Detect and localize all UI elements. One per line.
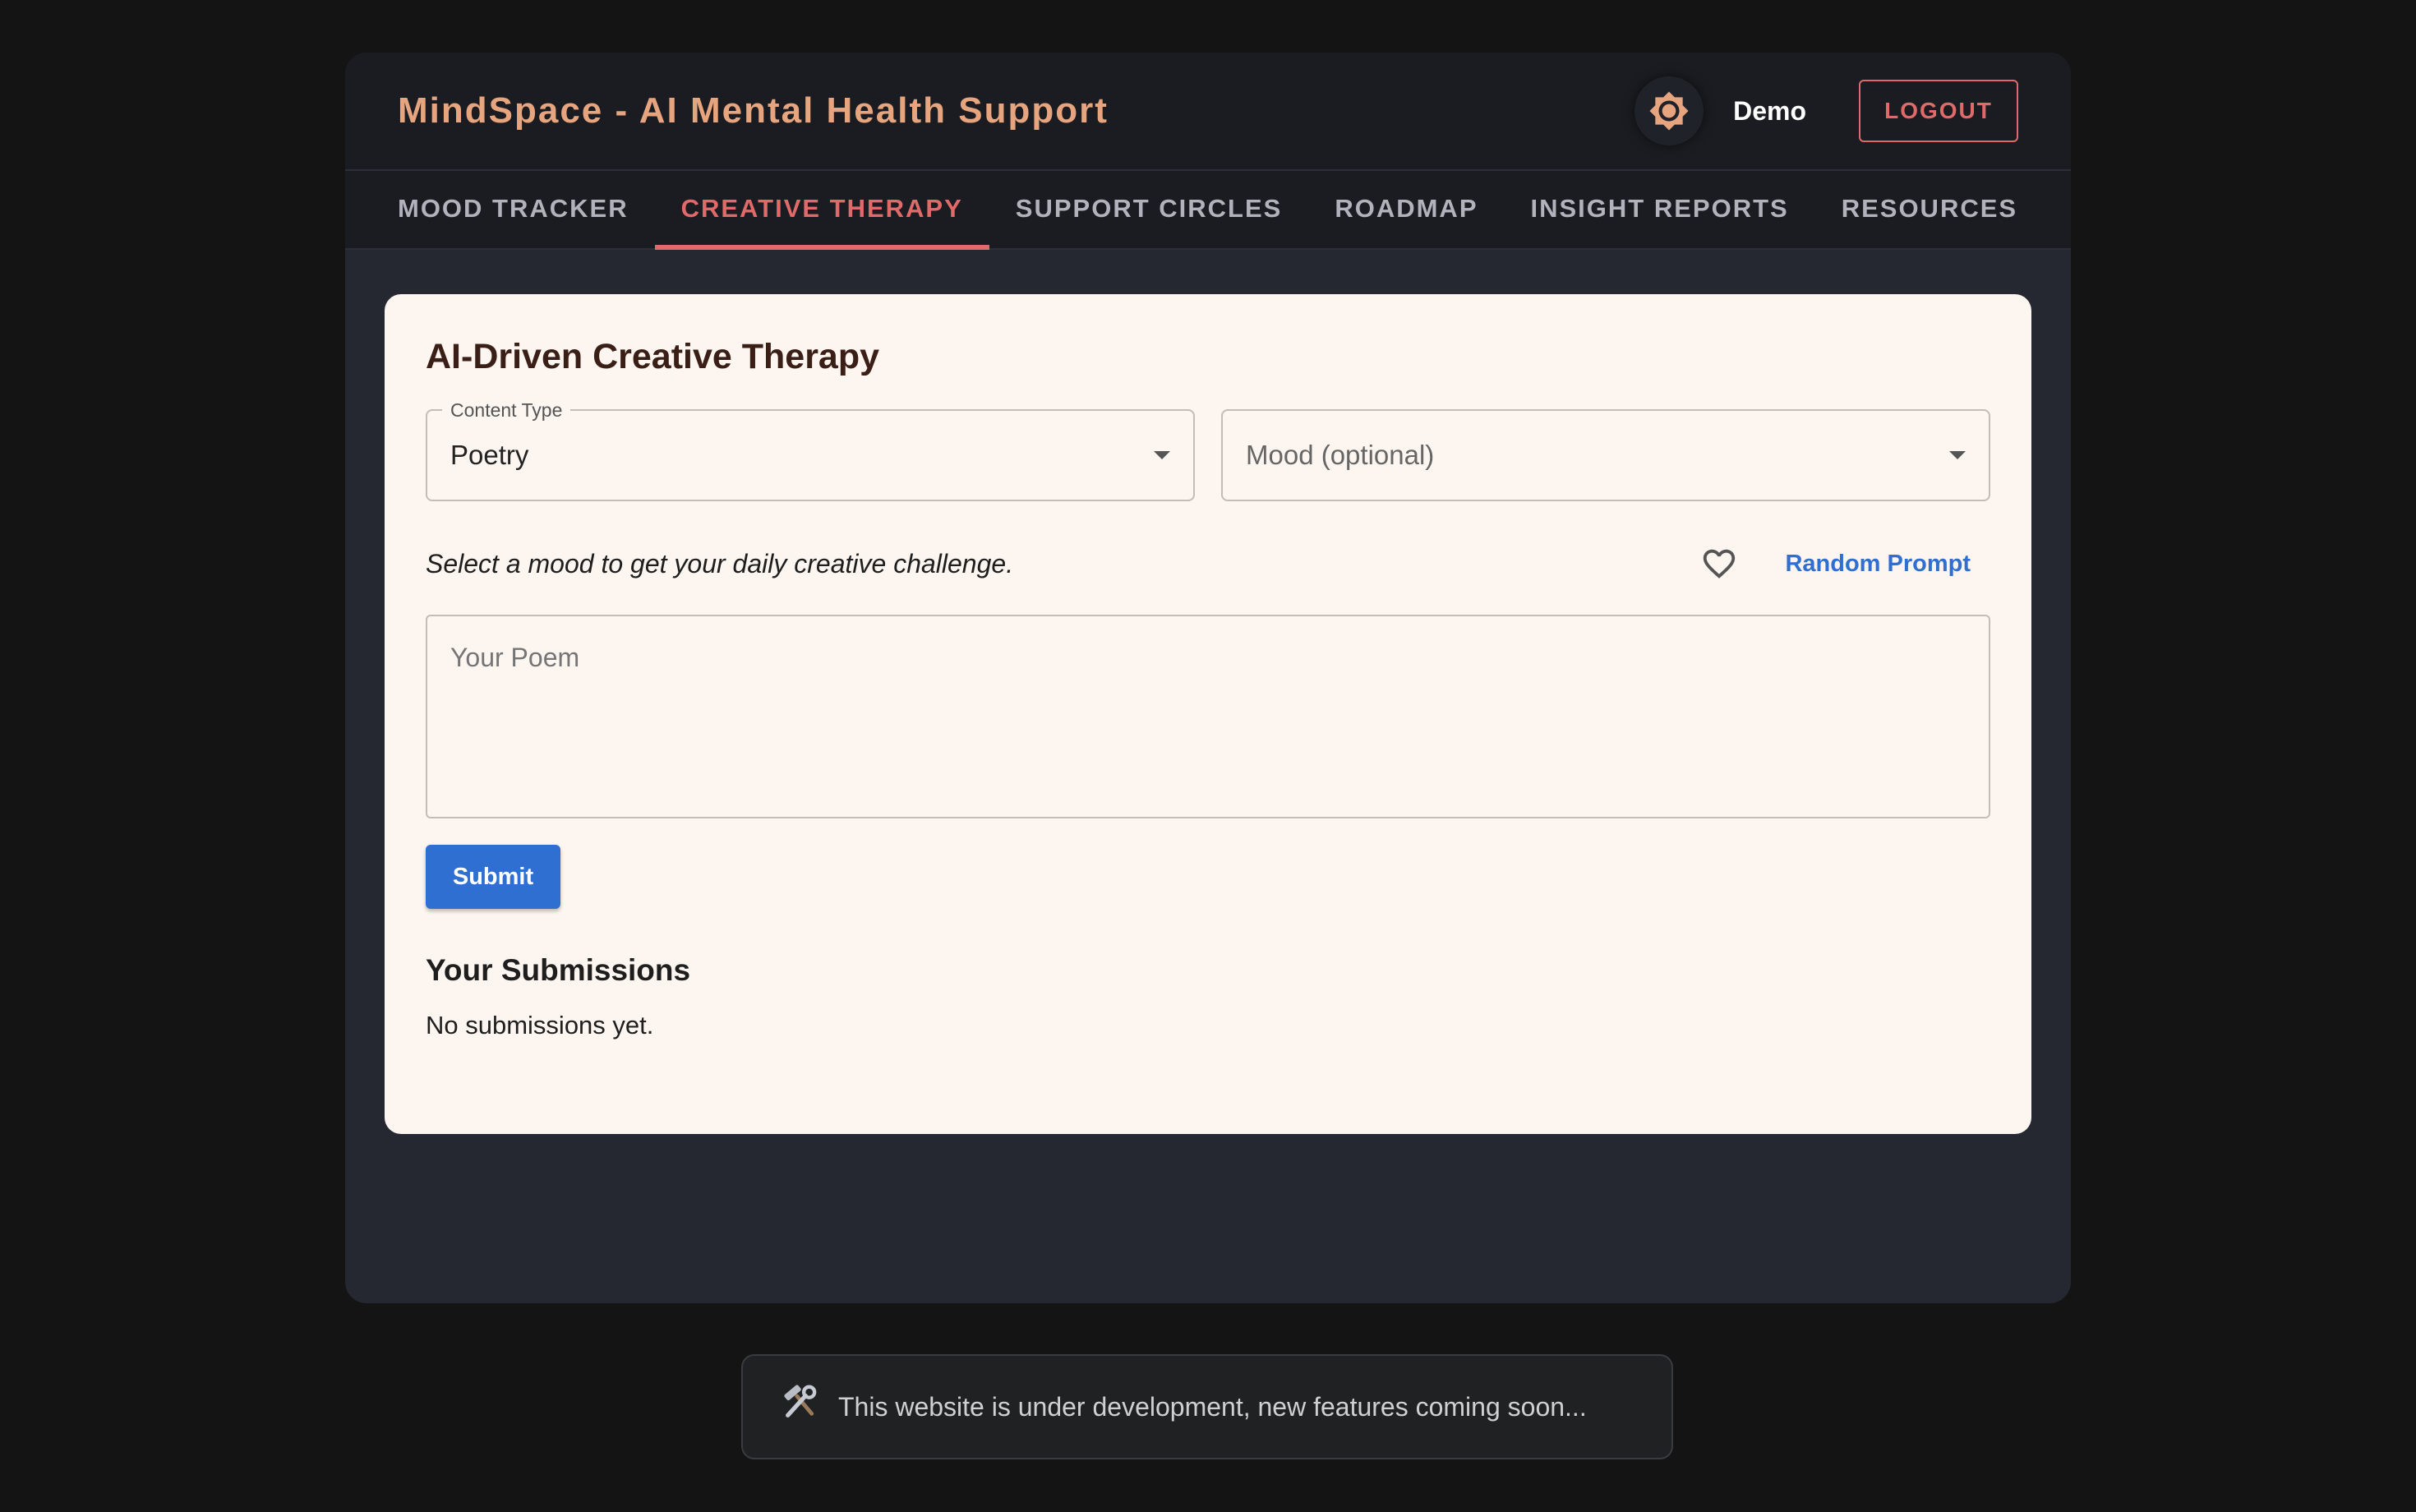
creative-therapy-card: AI-Driven Creative Therapy Content Type …	[385, 294, 2031, 1134]
brightness-icon	[1649, 91, 1689, 131]
submissions-heading: Your Submissions	[426, 953, 691, 987]
tab-resources[interactable]: RESOURCES	[1815, 171, 2044, 248]
tab-support-circles[interactable]: SUPPORT CIRCLES	[989, 171, 1309, 248]
app-header: MindSpace - AI Mental Health Support Dem…	[345, 53, 2071, 171]
tab-creative-therapy[interactable]: CREATIVE THERAPY	[654, 171, 989, 250]
tab-mood-tracker[interactable]: MOOD TRACKER	[371, 171, 655, 248]
header-actions: Demo LOGOUT	[1634, 76, 2018, 145]
poem-textarea[interactable]	[426, 615, 1990, 818]
app-window: MindSpace - AI Mental Health Support Dem…	[345, 53, 2071, 1303]
dev-notice-text: This website is under development, new f…	[838, 1391, 1587, 1422]
logout-button[interactable]: LOGOUT	[1859, 80, 2018, 142]
content-type-value: Poetry	[450, 440, 529, 470]
hammer-wrench-icon	[781, 1380, 823, 1422]
favorite-button[interactable]	[1694, 539, 1744, 588]
tab-roadmap[interactable]: ROADMAP	[1308, 171, 1504, 248]
tab-insight-reports[interactable]: INSIGHT REPORTS	[1505, 171, 1815, 248]
chevron-down-icon	[1154, 451, 1170, 459]
main-tabs: MOOD TRACKER CREATIVE THERAPY SUPPORT CI…	[345, 171, 2071, 250]
content-type-label: Content Type	[442, 399, 571, 422]
submissions-empty-text: No submissions yet.	[426, 1011, 654, 1040]
mood-select[interactable]: Mood (optional)	[1221, 409, 1990, 501]
app-title: MindSpace - AI Mental Health Support	[398, 90, 1109, 131]
submit-button[interactable]: Submit	[426, 845, 560, 909]
content-type-select[interactable]: Content Type Poetry	[426, 399, 1195, 501]
card-title: AI-Driven Creative Therapy	[426, 337, 880, 376]
daily-prompt-text: Select a mood to get your daily creative…	[426, 548, 1014, 579]
mood-placeholder: Mood (optional)	[1246, 440, 1435, 470]
theme-toggle-button[interactable]	[1634, 76, 1704, 145]
heart-icon	[1704, 549, 1736, 579]
prompt-row: Select a mood to get your daily creative…	[426, 539, 1990, 588]
random-prompt-button[interactable]: Random Prompt	[1785, 551, 1971, 578]
dev-notice-toast: This website is under development, new f…	[741, 1354, 1673, 1459]
chevron-down-icon	[1949, 451, 1966, 459]
user-name: Demo	[1733, 95, 1806, 126]
